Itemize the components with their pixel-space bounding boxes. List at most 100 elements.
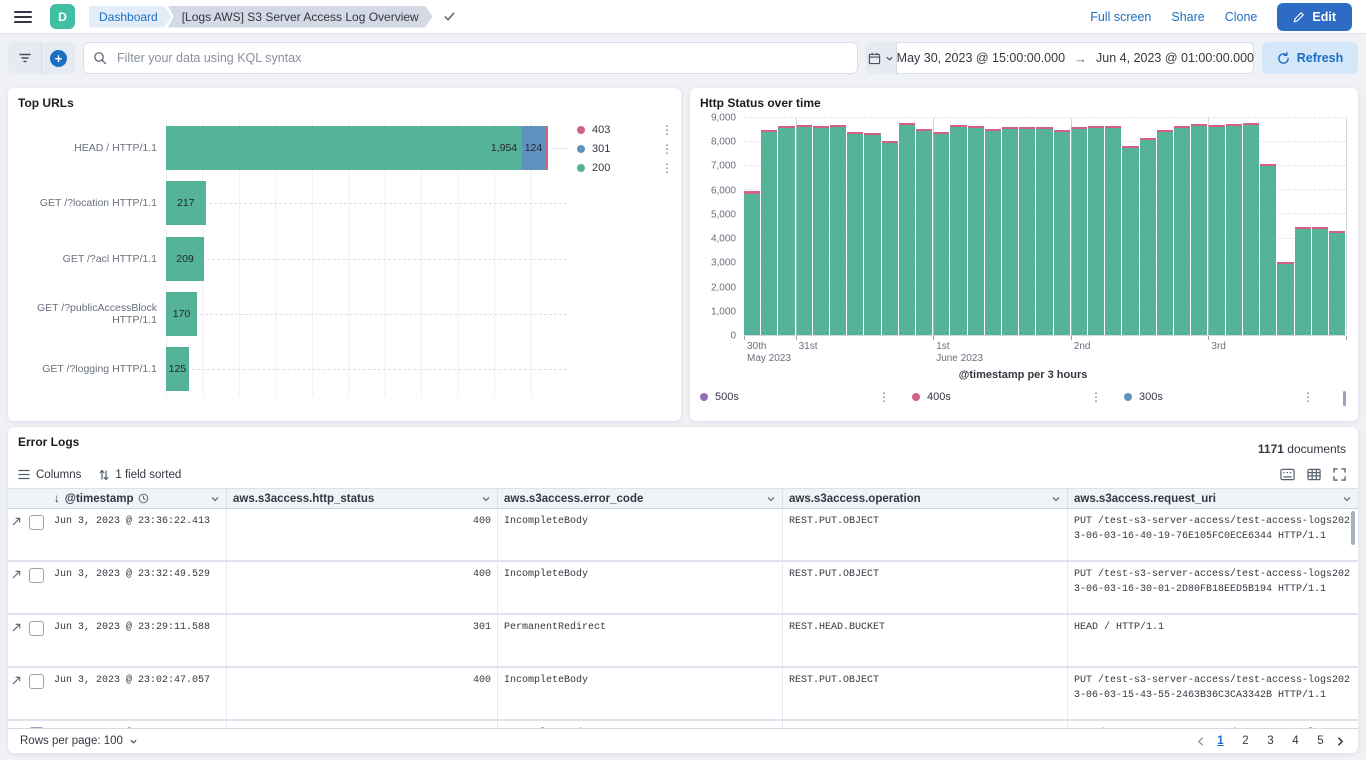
full-screen-link[interactable]: Full screen: [1090, 10, 1151, 24]
bar-segment-200[interactable]: 217: [166, 181, 206, 225]
bar-27[interactable]: [1208, 125, 1224, 335]
legend-actions-icon[interactable]: ⋮: [661, 124, 673, 136]
bar-23[interactable]: [1140, 138, 1156, 335]
bar-segment-200[interactable]: 170: [166, 292, 197, 336]
bar-24[interactable]: [1157, 130, 1173, 335]
bar-4[interactable]: [813, 126, 829, 335]
rows-per-page-button[interactable]: Rows per page: 100: [20, 735, 138, 747]
column-menu-chevron[interactable]: [1342, 494, 1352, 504]
bar-9[interactable]: [899, 123, 915, 335]
filter-icon[interactable]: [8, 42, 41, 74]
legend-item-301[interactable]: 301⋮: [577, 143, 681, 155]
bar-20[interactable]: [1088, 126, 1104, 335]
page-5[interactable]: 5: [1310, 734, 1331, 748]
date-from[interactable]: May 30, 2023 @ 15:00:00.000: [897, 51, 1065, 65]
legend-actions-icon[interactable]: ⋮: [1090, 391, 1102, 403]
legend-actions-icon[interactable]: ⋮: [1302, 391, 1314, 403]
legend-actions-icon[interactable]: ⋮: [878, 391, 890, 403]
date-to[interactable]: Jun 4, 2023 @ 01:00:00.000: [1096, 51, 1254, 65]
bar-1[interactable]: [761, 130, 777, 335]
legend-item-400s[interactable]: 400s⋮: [912, 391, 1124, 403]
bar-19[interactable]: [1071, 127, 1087, 335]
bar-21[interactable]: [1105, 126, 1121, 335]
breadcrumb-page-title[interactable]: [Logs AWS] S3 Server Access Log Overview: [168, 6, 433, 28]
check-icon[interactable]: [443, 10, 456, 23]
page-4[interactable]: 4: [1285, 734, 1306, 748]
bar-34[interactable]: [1329, 231, 1345, 335]
bar-31[interactable]: [1277, 262, 1293, 335]
expand-document-icon[interactable]: [8, 668, 24, 719]
stacked-bar[interactable]: 1,954124: [166, 126, 567, 170]
row-checkbox[interactable]: [24, 668, 48, 719]
legend-item-300s[interactable]: 300s⋮: [1124, 391, 1336, 403]
legend-item-500s[interactable]: 500s⋮: [700, 391, 912, 403]
bar-12[interactable]: [950, 125, 966, 335]
bar-22[interactable]: [1122, 146, 1138, 336]
date-range-display[interactable]: May 30, 2023 @ 15:00:00.000 → Jun 4, 202…: [897, 42, 1254, 74]
bar-33[interactable]: [1312, 227, 1328, 336]
space-avatar[interactable]: D: [50, 4, 75, 29]
row-checkbox[interactable]: [24, 562, 48, 613]
edit-button[interactable]: Edit: [1277, 3, 1352, 31]
bar-7[interactable]: [864, 133, 880, 335]
grid-view-icon[interactable]: [1307, 468, 1321, 481]
sort-fields-button[interactable]: 1 field sorted: [99, 469, 181, 481]
bar-segment-403[interactable]: [545, 126, 548, 170]
expand-document-icon[interactable]: [8, 562, 24, 613]
bar-6[interactable]: [847, 132, 863, 335]
expand-document-icon[interactable]: [8, 615, 24, 666]
bar-5[interactable]: [830, 125, 846, 335]
bar-2[interactable]: [778, 126, 794, 335]
bar-14[interactable]: [985, 129, 1001, 335]
display-density-icon[interactable]: [1280, 468, 1295, 481]
column-menu-chevron[interactable]: [210, 494, 220, 504]
bar-32[interactable]: [1295, 227, 1311, 336]
row-checkbox[interactable]: [24, 615, 48, 666]
bar-16[interactable]: [1019, 127, 1035, 335]
column-menu-chevron[interactable]: [1051, 494, 1061, 504]
bar-segment-200[interactable]: 209: [166, 237, 204, 281]
legend-actions-icon[interactable]: ⋮: [661, 162, 673, 174]
page-2[interactable]: 2: [1235, 734, 1256, 748]
bar-15[interactable]: [1002, 127, 1018, 335]
menu-icon[interactable]: [14, 11, 32, 23]
bar-30[interactable]: [1260, 164, 1276, 335]
column-header-aws.s3access.request_uri[interactable]: aws.s3access.request_uri: [1067, 489, 1358, 508]
page-1[interactable]: 1: [1210, 734, 1231, 748]
kql-search-bar[interactable]: [83, 42, 858, 74]
bar-17[interactable]: [1036, 127, 1052, 335]
column-header-@timestamp[interactable]: ↓@timestamp: [48, 489, 226, 508]
refresh-button[interactable]: Refresh: [1262, 42, 1358, 74]
bar-segment-301[interactable]: 124: [522, 126, 545, 170]
add-filter-button[interactable]: +: [41, 42, 75, 74]
legend-item-200[interactable]: 200⋮: [577, 162, 681, 174]
bar-26[interactable]: [1191, 124, 1207, 335]
previous-page-chevron[interactable]: [1195, 736, 1206, 747]
date-quick-select-button[interactable]: [866, 42, 897, 74]
bar-segment-200[interactable]: 1,954: [166, 126, 522, 170]
bar-11[interactable]: [933, 132, 949, 335]
row-checkbox[interactable]: [24, 509, 48, 560]
bar-3[interactable]: [796, 125, 812, 335]
column-header-aws.s3access.error_code[interactable]: aws.s3access.error_code: [497, 489, 782, 508]
expand-document-icon[interactable]: [8, 721, 24, 728]
bar-8[interactable]: [882, 141, 898, 335]
share-link[interactable]: Share: [1171, 10, 1204, 24]
column-menu-chevron[interactable]: [766, 494, 776, 504]
fullscreen-icon[interactable]: [1333, 468, 1346, 481]
clone-link[interactable]: Clone: [1225, 10, 1258, 24]
legend-item-403[interactable]: 403⋮: [577, 124, 681, 136]
bar-29[interactable]: [1243, 123, 1259, 335]
breadcrumb-dashboard[interactable]: Dashboard: [89, 6, 172, 28]
legend-actions-icon[interactable]: ⋮: [661, 143, 673, 155]
expand-document-icon[interactable]: [8, 509, 24, 560]
row-checkbox[interactable]: [24, 721, 48, 728]
bar-25[interactable]: [1174, 126, 1190, 335]
legend-scrollbar[interactable]: [1343, 391, 1346, 406]
kql-search-input[interactable]: [115, 50, 848, 66]
bar-13[interactable]: [968, 126, 984, 335]
column-header-aws.s3access.http_status[interactable]: aws.s3access.http_status: [226, 489, 497, 508]
bar-10[interactable]: [916, 129, 932, 335]
bar-18[interactable]: [1054, 130, 1070, 335]
column-menu-chevron[interactable]: [481, 494, 491, 504]
